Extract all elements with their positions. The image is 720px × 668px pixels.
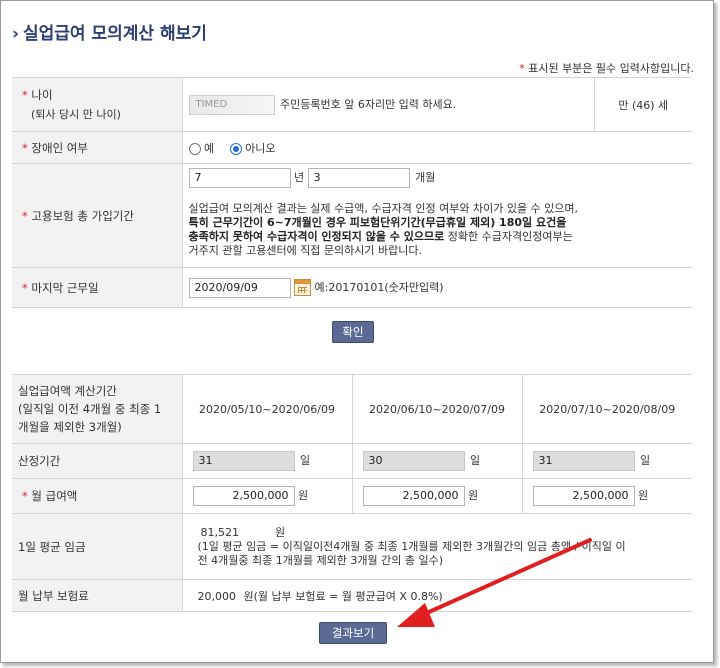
age-help-text: 주민등록번호 앞 6자리만 입력 하세요.	[280, 97, 457, 111]
info-line-3-plain: 정확한 수급자격인정여부는	[447, 230, 573, 243]
info-line-3-bold: 충족하지 못하여 수급자격이 인정되지 않을 수 있으므로	[188, 230, 445, 243]
days-input-3: 31	[532, 451, 635, 471]
age-label-cell: * 나이 (퇴사 당시 만 나이)	[12, 77, 183, 132]
days-unit: 일	[470, 454, 481, 467]
last-workday-input[interactable]: 2020/09/09	[188, 277, 291, 298]
result-button[interactable]: 결과보기	[319, 622, 387, 644]
days-unit: 일	[300, 454, 311, 467]
last-workday-example: 예:20170101(숫자만입력)	[314, 280, 444, 294]
confirm-button[interactable]: 확인	[332, 321, 374, 343]
last-workday-cell: 2020/09/09 예:20170101(숫자만입력)	[182, 267, 692, 308]
days-cell-3: 31 일	[522, 443, 692, 479]
premium-value: 20,000	[197, 589, 237, 603]
wage-unit: 원	[468, 489, 479, 502]
premium-desc: 원(월 납부 보험료 = 월 평균급여 X 0.8%)	[243, 589, 443, 603]
calc-period-label-1: 실업급여액 계산기간	[18, 384, 117, 398]
birthdate-input[interactable]: TIMED	[188, 94, 275, 115]
required-star-icon: *	[22, 489, 28, 503]
radio-yes[interactable]	[188, 142, 201, 155]
wage-cell-1: 2,500,000 원	[182, 478, 353, 514]
disability-label: 장애인 여부	[31, 140, 88, 155]
chevron-right-icon: ›	[12, 24, 20, 44]
page-title: › 실업급여 모의계산 해보기	[12, 19, 207, 44]
premium-cell: 20,000 원(월 납부 보험료 = 월 평균급여 X 0.8%)	[182, 579, 692, 612]
age-row: * 나이 (퇴사 당시 만 나이) TIMED 주민등록번호 앞 6자리만 입력…	[12, 77, 692, 132]
last-workday-label: 마지막 근무일	[31, 280, 99, 295]
calc-period-label-2: (일직일 이전 4개월 중 최종 1	[18, 402, 162, 416]
info-line-2: 특히 근무기간이 6~7개월인 경우 피보험단위기간(무급휴일 제외) 180일…	[188, 216, 567, 229]
info-line-1: 실업급여 모의계산 결과는 실제 수급액, 수급자격 인정 여부와 차이가 있을…	[188, 202, 579, 215]
disability-row: * 장애인 여부 예 아니오	[12, 131, 692, 164]
premium-label: 월 납부 보험료	[12, 579, 183, 612]
required-star-icon: *	[22, 140, 28, 155]
days-cell-1: 31 일	[182, 443, 353, 479]
required-star-icon: *	[519, 62, 525, 75]
days-label: 산정기간	[12, 443, 183, 479]
avg-wage-row: 1일 평균 임금 81,521 원 (1일 평균 임금 = 이직일이전4개월 중 …	[12, 513, 692, 580]
radio-no-label[interactable]: 아니오	[245, 142, 275, 155]
days-input-2: 30	[362, 451, 465, 471]
required-star-icon: *	[22, 88, 28, 102]
radio-no[interactable]	[229, 142, 242, 155]
months-input[interactable]: 3	[307, 168, 410, 188]
wage-input-2[interactable]: 2,500,000	[362, 486, 465, 506]
insurance-period-cell: 7 년 3 개월 실업급여 모의계산 결과는 실제 수급액, 수급자격 인정 여…	[182, 163, 693, 268]
wage-unit: 원	[298, 489, 309, 502]
days-cell-2: 30 일	[352, 443, 523, 479]
calc-table: 실업급여액 계산기간 (일직일 이전 4개월 중 최종 1 개월을 제외한 3개…	[12, 374, 692, 612]
disability-label-cell: * 장애인 여부	[12, 131, 183, 164]
wage-row: * 월 급여액 2,500,000 원 2,500,000 원 2,500,00…	[12, 478, 692, 514]
calc-period-1: 2020/05/10~2020/06/09	[182, 374, 353, 444]
days-input-1: 31	[192, 451, 295, 471]
required-note-text: 표시된 부분은 필수 입력사항입니다.	[528, 62, 694, 75]
insurance-period-label-cell: * 고용보험 총 가입기간	[12, 163, 183, 268]
avg-wage-label: 1일 평균 임금	[12, 513, 183, 580]
calc-period-2: 2020/06/10~2020/07/09	[352, 374, 523, 444]
premium-row: 월 납부 보험료 20,000 원(월 납부 보험료 = 월 평균급여 X 0.…	[12, 579, 692, 612]
page-title-text: 실업급여 모의계산 해보기	[23, 24, 207, 44]
insurance-period-label: 고용보험 총 가입기간	[31, 208, 134, 223]
info-line-4: 거주지 관할 고용센터에 직접 문의하시기 바랍니다.	[188, 244, 423, 257]
wage-input-1[interactable]: 2,500,000	[192, 486, 295, 506]
calc-period-label-3: 개월을 제외한 3개월)	[18, 420, 122, 434]
days-unit: 일	[640, 454, 651, 467]
age-result: 만 (46) 세	[594, 77, 692, 132]
avg-wage-desc-2: 전 4개월중 최종 1개월를 제외한 3개월 간의 총 일수)	[197, 553, 444, 567]
avg-wage-value: 81,521	[200, 525, 240, 539]
calc-period-label-cell: 실업급여액 계산기간 (일직일 이전 4개월 중 최종 1 개월을 제외한 3개…	[12, 374, 183, 444]
years-unit: 년	[294, 171, 305, 184]
last-workday-row: * 마지막 근무일 2020/09/09 예:20170101(숫자만입력)	[12, 267, 692, 308]
wage-cell-3: 2,500,000 원	[522, 478, 692, 514]
calc-period-3: 2020/07/10~2020/08/09	[522, 374, 692, 444]
required-star-icon: *	[22, 280, 28, 295]
wage-cell-2: 2,500,000 원	[352, 478, 523, 514]
avg-wage-cell: 81,521 원 (1일 평균 임금 = 이직일이전4개월 중 최종 1개월를 제…	[182, 513, 692, 580]
age-input-cell: TIMED 주민등록번호 앞 6자리만 입력 하세요.	[182, 77, 595, 132]
disability-options: 예 아니오	[182, 131, 692, 164]
days-row: 산정기간 31 일 30 일 31 일	[12, 443, 692, 479]
calc-period-row: 실업급여액 계산기간 (일직일 이전 4개월 중 최종 1 개월을 제외한 3개…	[12, 374, 692, 444]
insurance-info-text: 실업급여 모의계산 결과는 실제 수급액, 수급자격 인정 여부와 차이가 있을…	[189, 202, 693, 258]
radio-yes-label[interactable]: 예	[204, 142, 214, 155]
wage-label-cell: * 월 급여액	[12, 478, 183, 514]
age-sublabel: (퇴사 당시 만 나이)	[31, 108, 121, 121]
wage-input-3[interactable]: 2,500,000	[532, 486, 635, 506]
insurance-period-row: * 고용보험 총 가입기간 7 년 3 개월 실업급여 모의계산 결과는 실제 …	[12, 163, 693, 268]
wage-unit: 원	[638, 489, 649, 502]
last-workday-label-cell: * 마지막 근무일	[12, 267, 183, 308]
avg-wage-unit: 원	[275, 525, 286, 539]
months-unit: 개월	[415, 171, 436, 184]
calendar-icon[interactable]	[294, 279, 311, 296]
age-label: 나이	[31, 88, 53, 102]
required-star-icon: *	[22, 208, 28, 223]
required-note: * 표시된 부분은 필수 입력사항입니다.	[519, 60, 694, 76]
avg-wage-desc-1: (1일 평균 임금 = 이직일이전4개월 중 최종 1개월를 제외한 3개월간의…	[197, 539, 626, 553]
years-input[interactable]: 7	[188, 168, 291, 188]
input-form-table: * 나이 (퇴사 당시 만 나이) TIMED 주민등록번호 앞 6자리만 입력…	[12, 77, 692, 308]
wage-label: 월 급여액	[31, 489, 78, 503]
